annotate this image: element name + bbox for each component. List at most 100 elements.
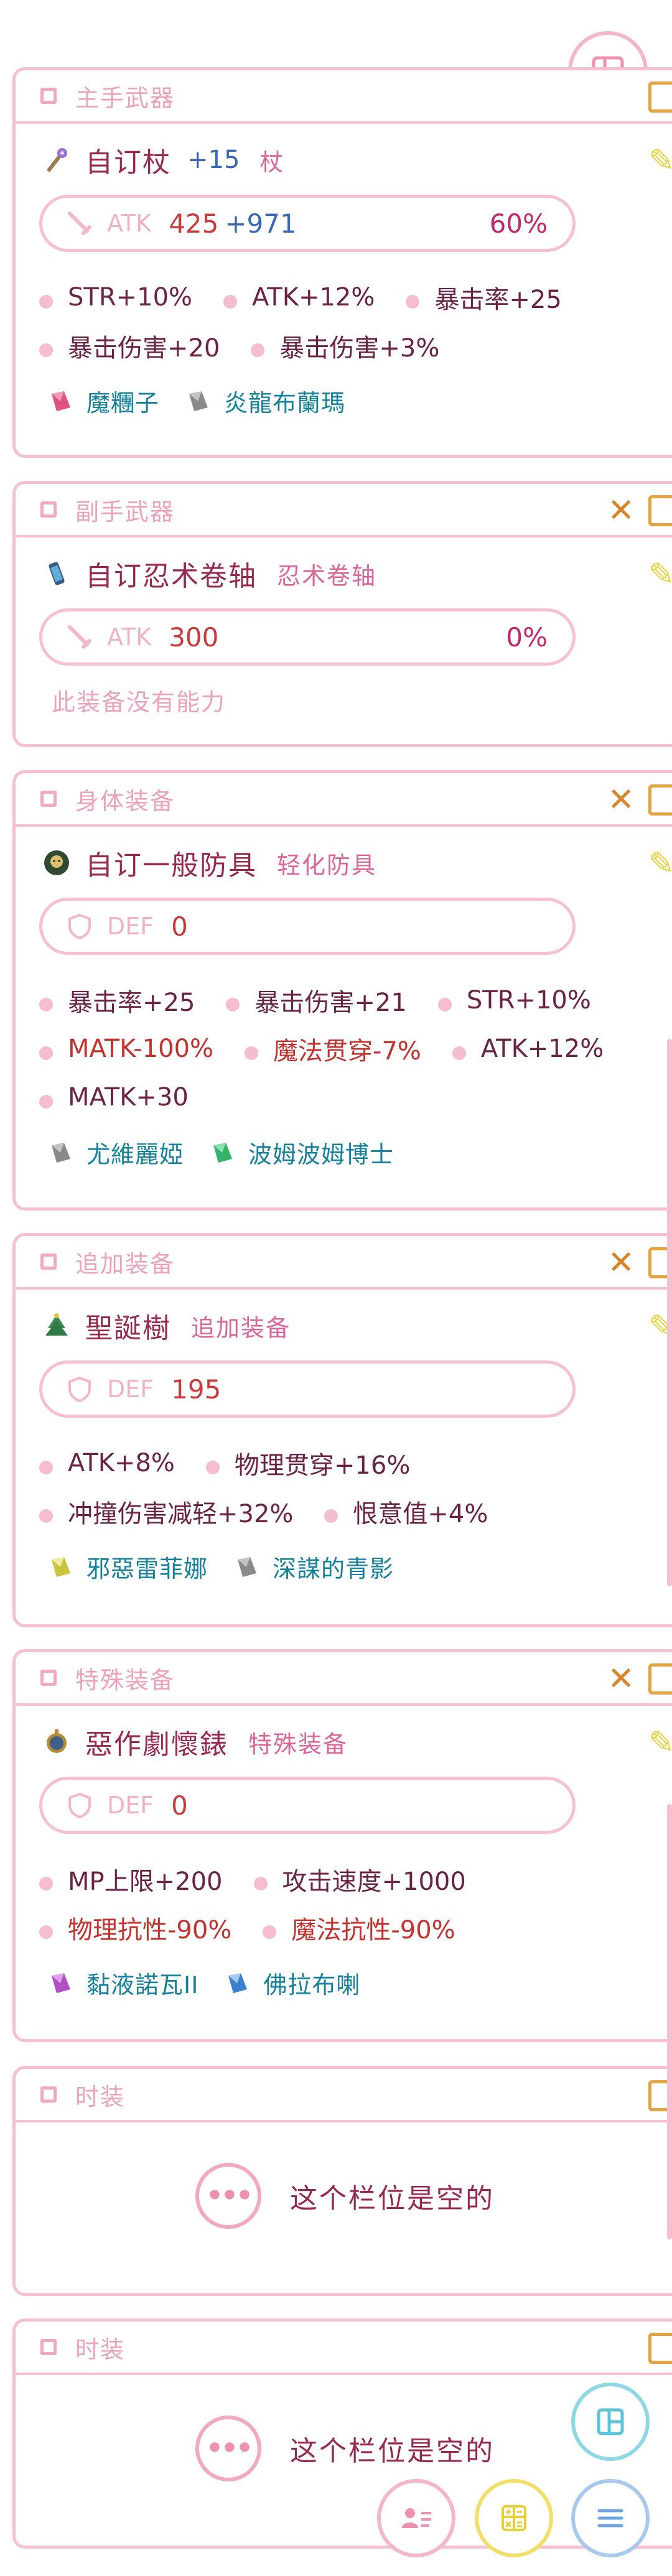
calculator-button[interactable] (475, 2479, 553, 2557)
remove-x-icon[interactable]: ✕ (607, 782, 635, 818)
card-header: 时装 (16, 2069, 672, 2123)
remove-x-icon[interactable]: ✕ (607, 1245, 635, 1281)
scrollbar-thumb[interactable] (667, 1039, 672, 1586)
item-type: 追加装备 (191, 1314, 291, 1342)
edit-pencil-icon[interactable]: ✎ (648, 845, 672, 881)
item-name: 惡作劇懷錶 (85, 1729, 228, 1760)
item-name: 自订杖 (85, 147, 171, 179)
stat-label: ATK (107, 623, 152, 651)
stat-pill[interactable]: DEF 195 (39, 1360, 576, 1418)
ability-item: 攻击速度+1000 (253, 1855, 466, 1904)
ability-item: STR+10% (437, 976, 591, 1025)
slot-title: 追加装备 (75, 1250, 175, 1278)
crystal-item[interactable]: 佛拉布喇 (225, 1966, 360, 2000)
ability-item: 恨意值+4% (324, 1487, 488, 1536)
ability-item: 暴击率+25 (39, 976, 195, 1025)
shield-icon (66, 1792, 93, 1819)
more-options-button[interactable]: ••• (195, 2416, 261, 2481)
select-checkbox[interactable] (648, 1663, 672, 1695)
crystal-item[interactable]: 炎龍布蘭瑪 (185, 384, 345, 418)
remove-x-icon[interactable]: ✕ (607, 1661, 635, 1697)
ability-item: 暴击伤害+3% (251, 322, 439, 370)
select-checkbox[interactable] (648, 81, 672, 113)
edit-pencil-icon[interactable]: ✎ (648, 556, 672, 592)
card-body: 聖誕樹 追加装备 ✎ DEF 195 ATK+8% 物理贯穿+16% 冲撞伤害减… (16, 1290, 672, 1604)
item-title-row[interactable]: 自订杖 +15 杖 (43, 141, 672, 179)
collapse-checkbox[interactable] (40, 1253, 57, 1270)
crystal-item[interactable]: 深謀的青影 (234, 1550, 394, 1584)
crystal-item[interactable]: 波姆波姆博士 (210, 1135, 394, 1169)
item-title-row[interactable]: 自订忍术卷轴 忍术卷轴 (43, 555, 672, 592)
hamburger-menu-icon (597, 2509, 623, 2527)
equipment-card-main-weapon: 主手武器 自订杖 +15 杖 ✎ ATK 425 +971 60% STR+10… (12, 67, 672, 458)
item-type: 忍术卷轴 (277, 562, 377, 590)
character-info-button[interactable] (377, 2479, 455, 2557)
item-title-row[interactable]: 聖誕樹 追加装备 (43, 1307, 672, 1344)
item-type: 特殊装备 (248, 1730, 348, 1758)
item-refine: +15 (187, 146, 240, 174)
crystal-icon (234, 1555, 259, 1579)
slot-title: 时装 (75, 2335, 126, 2363)
bullet-icon (226, 998, 240, 1011)
slot-title: 特殊装备 (75, 1666, 175, 1694)
ellipsis-icon: ••• (205, 2180, 253, 2211)
item-name: 自订忍术卷轴 (85, 560, 257, 592)
edit-pencil-icon[interactable]: ✎ (648, 142, 672, 179)
crystal-item[interactable]: 黏液諾瓦II (48, 1966, 198, 2000)
stat-label: DEF (107, 1375, 154, 1403)
collapse-checkbox[interactable] (40, 1670, 57, 1686)
item-title-row[interactable]: 惡作劇懷錶 特殊装备 (43, 1723, 672, 1760)
collapse-checkbox[interactable] (40, 2339, 57, 2355)
sword-icon (66, 210, 93, 237)
shield-icon (66, 1375, 93, 1403)
crystal-list: 尤維麗婭 波姆波姆博士 (48, 1135, 672, 1169)
empty-slot-body: ••• 这个栏位是空的 (16, 2375, 672, 2522)
stat-value: 0 (171, 1790, 188, 1821)
layout-toggle-button[interactable] (571, 2383, 650, 2461)
bullet-icon (406, 295, 420, 309)
crystal-item[interactable]: 邪惡雷菲娜 (48, 1550, 208, 1584)
scrollbar-thumb-lower[interactable] (667, 1804, 672, 2239)
empty-slot-text: 这个栏位是空的 (290, 2183, 495, 2215)
item-title-row[interactable]: 自订一般防具 轻化防具 (43, 844, 672, 881)
select-checkbox[interactable] (648, 2333, 672, 2364)
select-checkbox[interactable] (648, 784, 672, 816)
edit-pencil-icon[interactable]: ✎ (648, 1724, 672, 1760)
stat-pill[interactable]: DEF 0 (39, 898, 576, 955)
ability-item: MATK+30 (39, 1073, 189, 1122)
bullet-icon (205, 1461, 220, 1474)
ability-item: ATK+12% (452, 1025, 604, 1073)
bullet-icon (437, 998, 452, 1011)
slot-title: 身体装备 (75, 787, 175, 815)
collapse-checkbox[interactable] (40, 88, 57, 104)
bullet-icon (39, 295, 53, 309)
empty-slot-text: 这个栏位是空的 (290, 2435, 495, 2467)
equipment-card-avatar-1: 时装 ••• 这个栏位是空的 (12, 2066, 672, 2296)
crystal-icon (225, 1971, 250, 1996)
crystal-icon (210, 1140, 235, 1165)
crystal-item[interactable]: 尤維麗婭 (48, 1135, 184, 1169)
crystal-item[interactable]: 魔糰子 (48, 384, 159, 418)
stat-pill[interactable]: DEF 0 (39, 1777, 576, 1834)
equipment-card-sub-weapon: 副手武器 ✕ 自订忍术卷轴 忍术卷轴 ✎ ATK 300 0% 此装备没有能力 (12, 481, 672, 747)
more-options-button[interactable]: ••• (195, 2163, 261, 2229)
stat-pill[interactable]: ATK 425 +971 60% (39, 195, 576, 252)
stat-bonus: +971 (225, 208, 297, 239)
collapse-checkbox[interactable] (40, 791, 57, 807)
bullet-icon (324, 1509, 338, 1523)
christmas-tree-icon (43, 1312, 70, 1339)
item-type: 轻化防具 (277, 851, 377, 879)
ability-item: 冲撞伤害减轻+32% (39, 1487, 293, 1536)
collapse-checkbox[interactable] (40, 501, 57, 518)
slot-title: 时装 (75, 2083, 126, 2111)
stat-pill[interactable]: ATK 300 0% (39, 608, 576, 666)
ability-item: 暴击伤害+20 (39, 322, 220, 370)
bullet-icon (39, 1925, 53, 1939)
pocket-watch-icon (43, 1728, 70, 1755)
menu-button[interactable] (571, 2479, 650, 2557)
card-header: 副手武器 ✕ (16, 484, 672, 537)
select-checkbox[interactable] (648, 495, 672, 526)
collapse-checkbox[interactable] (40, 2086, 57, 2103)
remove-x-icon[interactable]: ✕ (607, 493, 635, 529)
item-name: 聖誕樹 (85, 1313, 171, 1344)
